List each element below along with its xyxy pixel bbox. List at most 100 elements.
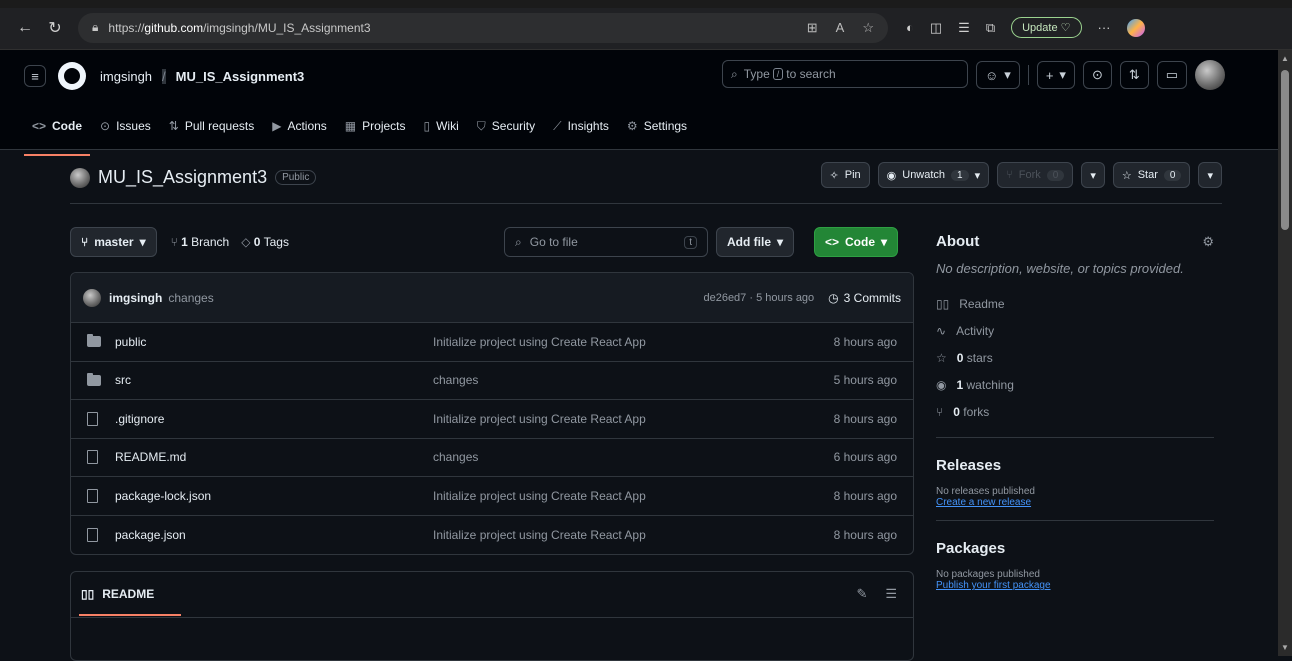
address-bar[interactable]: 🔒︎ https://github.com/imgsingh/MU_IS_Ass… [78, 12, 888, 43]
go-to-file-shortcut: t [684, 235, 697, 249]
tab-security[interactable]: ⛉ Security [469, 109, 543, 143]
go-to-file-input[interactable]: ⌕ Go to file t [504, 227, 708, 257]
pin-button[interactable]: ✧ Pin [820, 162, 870, 188]
github-logo-icon[interactable] [58, 62, 86, 90]
outline-list-icon[interactable]: ☰ [885, 586, 897, 602]
watching-link[interactable]: ◉ 1 watching [936, 371, 1214, 398]
code-button[interactable]: <> Code ▾ [814, 227, 899, 257]
file-name[interactable]: package.json [115, 528, 433, 542]
file-commit-message[interactable]: Initialize project using Create React Ap… [433, 528, 834, 542]
folder-icon [87, 334, 105, 348]
tags-link[interactable]: ◇ 0 Tags [241, 235, 289, 249]
owner-link[interactable]: imgsingh [100, 69, 152, 84]
file-commit-message[interactable]: changes [433, 373, 834, 387]
scrollbar[interactable]: ▲ ▼ [1278, 50, 1292, 656]
folder-icon [87, 372, 105, 386]
tab-code[interactable]: <> Code [24, 109, 91, 156]
list-item[interactable]: public Initialize project using Create Re… [71, 323, 913, 362]
divider [936, 520, 1214, 521]
search-input[interactable]: ⌕ Type / to search [722, 60, 968, 88]
create-new-button[interactable]: + ▾ [1036, 61, 1075, 89]
back-icon[interactable]: ← [10, 19, 40, 37]
apps-icon[interactable]: ⊞ [807, 20, 818, 36]
book-icon: ▯ [423, 119, 431, 133]
scrollbar-thumb[interactable] [1281, 70, 1289, 230]
publish-package-link[interactable]: Publish your first package [936, 580, 1214, 591]
commit-hash-time[interactable]: de26ed7 · 5 hours ago [703, 292, 814, 304]
file-commit-message[interactable]: Initialize project using Create React Ap… [433, 489, 834, 503]
fork-dropdown-button[interactable]: ▾ [1081, 162, 1105, 188]
list-item[interactable]: src changes 5 hours ago [71, 362, 913, 400]
favorites-icon[interactable]: ☰ [958, 20, 970, 36]
list-item[interactable]: README.md changes 6 hours ago [71, 439, 913, 477]
stars-link[interactable]: ☆ 0 stars [936, 344, 1214, 371]
update-button[interactable]: Update ♡ [1011, 17, 1082, 38]
avatar[interactable] [1195, 60, 1226, 90]
forks-link[interactable]: ⑂ 0 forks [936, 398, 1214, 425]
scroll-down-icon[interactable]: ▼ [1281, 643, 1289, 652]
chevron-down-icon: ▾ [1004, 67, 1011, 82]
commit-message[interactable]: changes [168, 291, 213, 305]
avatar[interactable] [83, 288, 101, 307]
releases-heading[interactable]: Releases [936, 450, 1214, 480]
book-icon: ▯▯ [81, 587, 95, 601]
pull-requests-button[interactable]: ⇅ [1119, 61, 1149, 89]
star-button[interactable]: ☆ Star 0 [1112, 162, 1191, 188]
repo-title[interactable]: MU_IS_Assignment3 [98, 167, 267, 188]
add-file-button[interactable]: Add file ▾ [716, 227, 795, 257]
menu-icon[interactable]: ≡ [24, 65, 46, 87]
list-item[interactable]: .gitignore Initialize project using Creat… [71, 400, 913, 439]
list-item[interactable]: package.json Initialize project using Cre… [71, 516, 913, 555]
activity-link[interactable]: ∿ Activity [936, 317, 1214, 344]
chevron-down-icon: ▾ [1090, 169, 1096, 182]
gear-icon[interactable]: ⚙ [1202, 234, 1214, 250]
tab-label: Pull requests [184, 119, 255, 133]
url-prefix: https:// [108, 20, 145, 35]
create-release-link[interactable]: Create a new release [936, 497, 1214, 508]
copilot-button[interactable]: ☺ ▾ [976, 61, 1020, 89]
tab-issues[interactable]: ⊙ Issues [92, 109, 159, 143]
file-commit-message[interactable]: Initialize project using Create React Ap… [433, 335, 834, 349]
file-name[interactable]: public [115, 335, 433, 349]
extension-icon[interactable]: ◐ [906, 20, 914, 35]
shield-icon: ⛉ [476, 118, 486, 133]
favorite-star-icon[interactable]: ☆ [862, 20, 874, 36]
file-name[interactable]: .gitignore [115, 412, 433, 426]
list-item[interactable]: package-lock.json Initialize project usin… [71, 477, 913, 516]
tab-pull-requests[interactable]: ⇅ Pull requests [161, 109, 262, 143]
refresh-icon[interactable]: ↻ [40, 18, 70, 38]
scroll-up-icon[interactable]: ▲ [1281, 54, 1289, 63]
tab-label: Issues [116, 119, 151, 133]
more-icon[interactable]: ··· [1098, 20, 1111, 35]
commit-author[interactable]: imgsingh [109, 291, 162, 305]
tab-actions[interactable]: ▶ Actions [264, 109, 335, 143]
edit-pencil-icon[interactable]: ✎ [856, 586, 867, 602]
star-dropdown-button[interactable]: ▾ [1198, 162, 1222, 188]
file-name[interactable]: src [115, 373, 433, 387]
read-aloud-icon[interactable]: A [836, 20, 845, 36]
unwatch-button[interactable]: ◉ Unwatch 1 ▾ [877, 162, 990, 188]
tab-insights[interactable]: ⟋ Insights [545, 109, 617, 143]
tab-settings[interactable]: ⚙ Settings [619, 109, 695, 143]
file-name[interactable]: README.md [115, 450, 433, 464]
file-commit-message[interactable]: Initialize project using Create React Ap… [433, 412, 834, 426]
copilot-icon[interactable] [1126, 18, 1145, 37]
tab-projects[interactable]: ▦ Projects [337, 109, 414, 143]
readme-link[interactable]: ▯▯ Readme [936, 290, 1214, 317]
tab-wiki[interactable]: ▯ Wiki [416, 109, 467, 143]
collections-icon[interactable]: ⧉ [986, 20, 995, 36]
inbox-button[interactable]: ▭ [1156, 61, 1188, 89]
fork-button[interactable]: ⑂ Fork 0 [997, 162, 1074, 188]
file-name[interactable]: package-lock.json [115, 489, 433, 503]
repo-link[interactable]: MU_IS_Assignment3 [176, 69, 305, 84]
branches-link[interactable]: ⑂ 1 Branch [171, 235, 230, 249]
readme-tab-underline [79, 614, 181, 616]
repo-owner-avatar[interactable] [70, 167, 90, 188]
packages-heading[interactable]: Packages [936, 533, 1214, 563]
file-commit-message[interactable]: changes [433, 450, 834, 464]
readme-tab[interactable]: ▯▯ README [71, 572, 913, 616]
issues-button[interactable]: ⊙ [1082, 61, 1112, 89]
commits-link[interactable]: ◷ 3 Commits [828, 291, 901, 305]
split-screen-icon[interactable]: ◫ [930, 20, 942, 36]
branch-select[interactable]: ⑂ master ▾ [70, 227, 157, 257]
